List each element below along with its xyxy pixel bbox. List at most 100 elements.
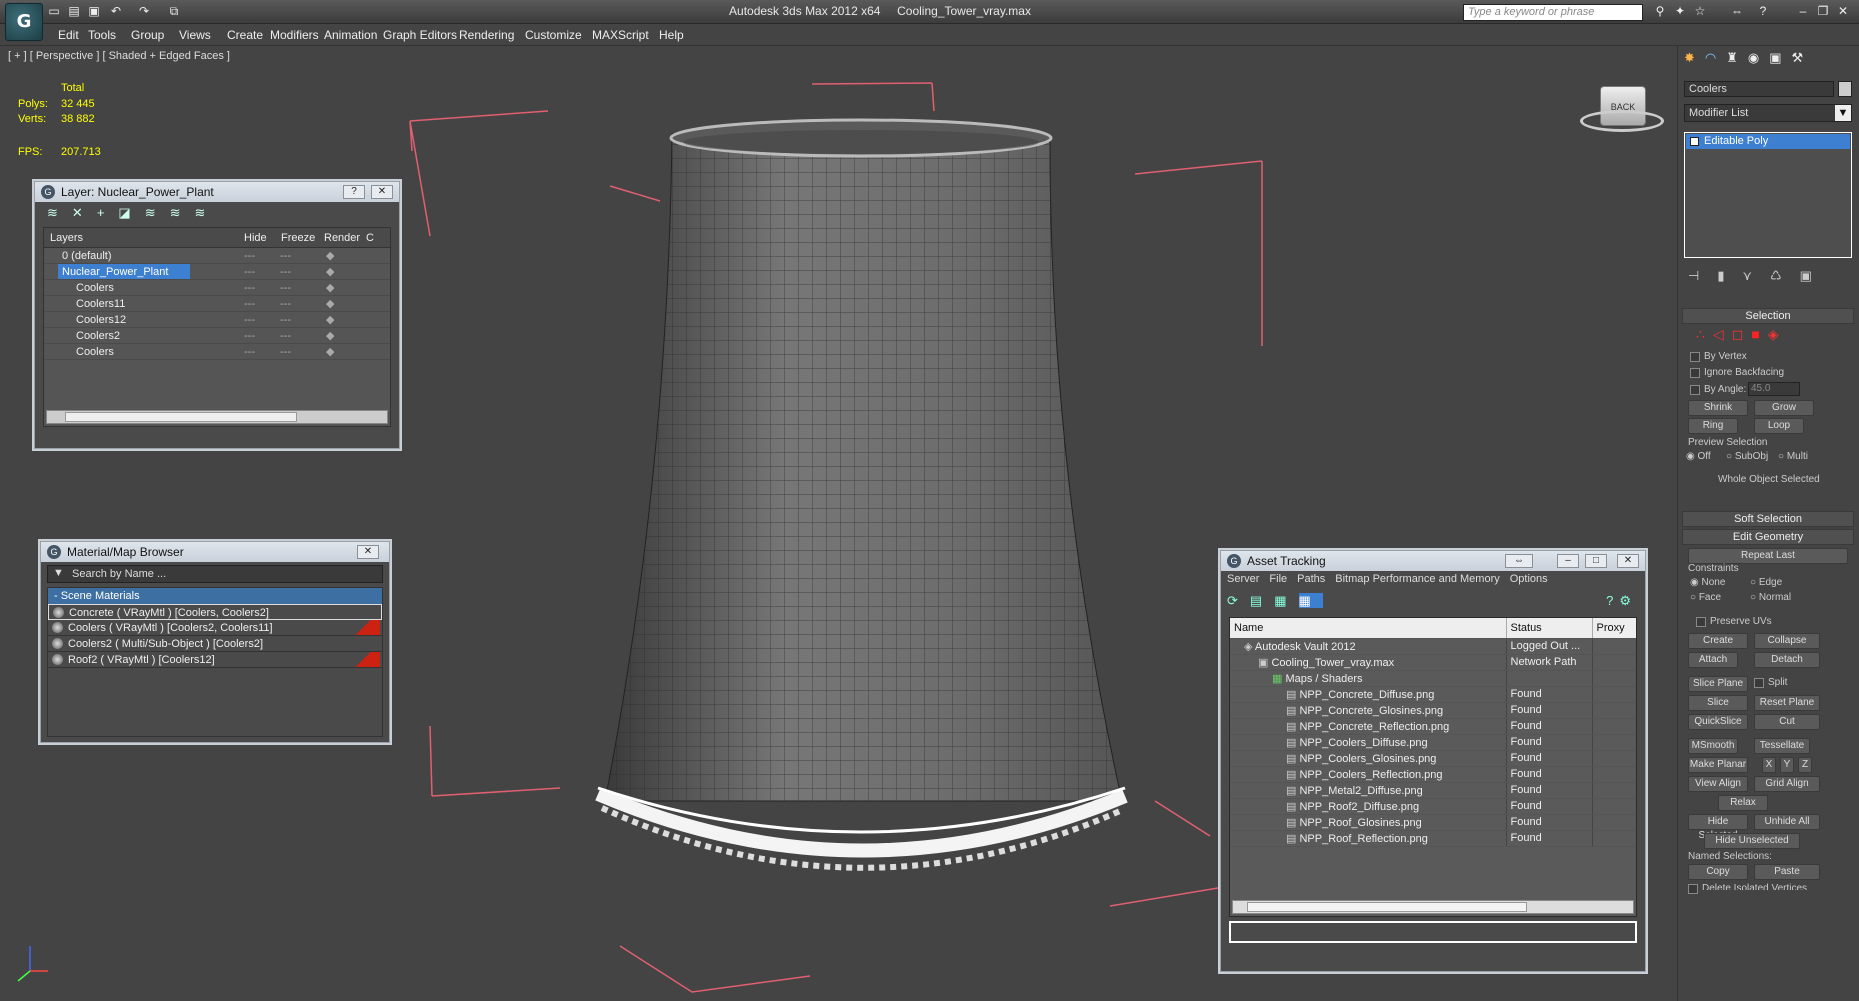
asset-path-field[interactable] [1229,921,1637,943]
detach-button[interactable]: Detach [1754,652,1820,668]
show-end-result-icon[interactable]: ▮ [1717,268,1742,283]
by-vertex-checkbox[interactable] [1690,352,1700,362]
loop-button[interactable]: Loop [1754,418,1804,434]
angle-spinner[interactable]: 45.0 [1748,382,1800,396]
material-panel-titlebar[interactable]: G Material/Map Browser ✕ [41,542,389,562]
preview-multi-radio[interactable]: ○ Multi [1778,451,1808,462]
layer-name[interactable]: Coolers11 [72,296,129,311]
undo-icon[interactable]: ↶ [108,3,124,19]
layer-name[interactable]: 0 (default) [58,248,116,263]
configure-sets-icon[interactable]: ▣ [1800,268,1830,283]
pin-stack-icon[interactable]: ⊣ [1688,268,1717,283]
constraint-normal-radio[interactable]: ○ Normal [1750,592,1791,603]
asset-row[interactable]: ◈ Autodesk Vault 2012 Logged Out ... [1230,638,1636,655]
layer-row[interactable]: 0 (default) ‐‐‐ ‐‐‐ ◆ [44,248,390,264]
hide-toggle[interactable]: ‐‐‐ [244,280,255,295]
planar-x-button[interactable]: X [1762,757,1776,773]
layer-name[interactable]: Coolers [72,344,118,359]
menu-help[interactable]: Help [659,28,684,42]
slice-plane-button[interactable]: Slice Plane [1688,676,1748,692]
render-toggle[interactable]: ◆ [326,344,334,359]
asset-menu-paths[interactable]: Paths [1297,573,1325,585]
preserve-uvs-checkbox[interactable] [1696,617,1706,627]
communication-center-icon[interactable]: ⇔ [1725,3,1749,19]
hide-toggle[interactable]: ‐‐‐ [244,344,255,359]
layer-name[interactable]: Coolers2 [72,328,124,343]
edge-icon[interactable]: ◁ [1713,326,1732,342]
asset-row[interactable]: ▤ NPP_Roof2_Diffuse.png Found [1230,798,1636,815]
polygon-icon[interactable]: ■ [1751,326,1767,342]
restore-icon[interactable]: ❐ [1815,3,1831,19]
asset-menu-file[interactable]: File [1269,573,1287,585]
dropdown-arrow-icon[interactable]: ▼ [1835,105,1851,121]
layer-row[interactable]: Coolers ‐‐‐ ‐‐‐ ◆ [44,344,390,360]
create-button[interactable]: Create [1688,633,1748,649]
unhide-all-button[interactable]: Unhide All [1754,814,1820,830]
object-name-field[interactable]: Coolers [1684,81,1834,97]
motion-tab-icon[interactable]: ◉ [1748,50,1769,65]
freeze-toggle[interactable]: ‐‐‐ [280,248,291,263]
layer-name[interactable]: Nuclear_Power_Plant [58,264,190,279]
constraint-edge-radio[interactable]: ○ Edge [1750,577,1782,588]
delete-isolated-checkbox[interactable] [1688,884,1698,894]
col-status[interactable]: Status [1506,618,1593,639]
asset-row[interactable]: ▦ Maps / Shaders [1230,670,1636,687]
list-view-icon[interactable]: ▤ [1250,593,1274,608]
freeze-toggle[interactable]: ‐‐‐ [280,264,291,279]
grid-view-icon[interactable]: ▦ [1298,593,1323,608]
scene-materials-group[interactable]: - Scene Materials [48,588,382,604]
minimize-button[interactable]: – [1557,554,1579,568]
ignore-backfacing-checkbox[interactable] [1690,368,1700,378]
render-toggle[interactable]: ◆ [326,328,334,343]
close-button[interactable]: ✕ [357,545,379,559]
freeze-toggle[interactable]: ‐‐‐ [280,344,291,359]
slice-button[interactable]: Slice [1688,695,1748,711]
material-item[interactable]: Coolers2 ( Multi/Sub-Object ) [Coolers2] [48,636,382,652]
settings-icon[interactable]: ⚙ [1619,593,1637,608]
menu-views[interactable]: Views [179,28,211,42]
asset-panel-titlebar[interactable]: G Asset Tracking ⇔ – □ ✕ [1221,551,1645,571]
constraint-face-radio[interactable]: ○ Face [1690,592,1721,603]
modify-tab-icon[interactable]: ◠ [1705,50,1726,65]
vertex-icon[interactable]: ∴ [1696,326,1713,342]
make-unique-icon[interactable]: ⋎ [1742,268,1770,283]
layer-name[interactable]: Coolers [72,280,118,295]
preview-off-radio[interactable]: ◉ Off [1686,451,1711,462]
open-file-icon[interactable]: ▤ [66,3,82,19]
hide-selected-button[interactable]: Hide Selected [1688,814,1748,841]
msmooth-button[interactable]: MSmooth [1688,738,1738,754]
search-input[interactable]: Type a keyword or phrase [1463,4,1643,21]
highlight-layer-icon[interactable]: ≋ [145,205,170,220]
hide-all-icon[interactable]: ≋ [170,205,195,220]
asset-row[interactable]: ▤ NPP_Coolers_Reflection.png Found [1230,766,1636,783]
help-icon[interactable]: ? [1755,3,1771,19]
attach-button[interactable]: Attach [1688,652,1738,668]
quickslice-button[interactable]: QuickSlice [1688,714,1748,730]
asset-menu-bitmap[interactable]: Bitmap Performance and Memory [1335,573,1499,585]
save-file-icon[interactable]: ▣ [86,3,102,19]
asset-row[interactable]: ▤ NPP_Roof_Reflection.png Found [1230,830,1636,847]
border-icon[interactable]: ◻ [1732,326,1752,342]
grid-align-button[interactable]: Grid Align [1754,776,1820,792]
binoculars-icon[interactable]: ⚲ [1652,3,1668,19]
layer-name[interactable]: Coolers12 [72,312,130,327]
hide-toggle[interactable]: ‐‐‐ [244,264,255,279]
modifier-list-dropdown[interactable]: Modifier List ▼ [1684,104,1852,122]
viewcube-ring[interactable] [1580,110,1664,132]
asset-row[interactable]: ▤ NPP_Coolers_Diffuse.png Found [1230,734,1636,751]
reset-plane-button[interactable]: Reset Plane [1754,695,1820,711]
repeat-last-button[interactable]: Repeat Last [1688,548,1848,564]
remove-modifier-icon[interactable]: ♺ [1770,268,1800,283]
col-layers[interactable]: Layers [50,228,83,248]
minimize-icon[interactable]: – [1795,3,1811,19]
redo-icon[interactable]: ↷ [136,3,152,19]
menu-graph-editors[interactable]: Graph Editors [383,28,457,42]
create-tab-icon[interactable]: ✸ [1684,50,1705,65]
material-search-input[interactable]: ▼ Search by Name ... [47,565,383,583]
help-button[interactable]: ? [343,185,365,199]
split-checkbox[interactable] [1754,678,1764,688]
menu-create[interactable]: Create [227,28,263,42]
hide-toggle[interactable]: ‐‐‐ [244,328,255,343]
hierarchy-tab-icon[interactable]: ♜ [1726,50,1748,65]
ring-button[interactable]: Ring [1688,418,1738,434]
